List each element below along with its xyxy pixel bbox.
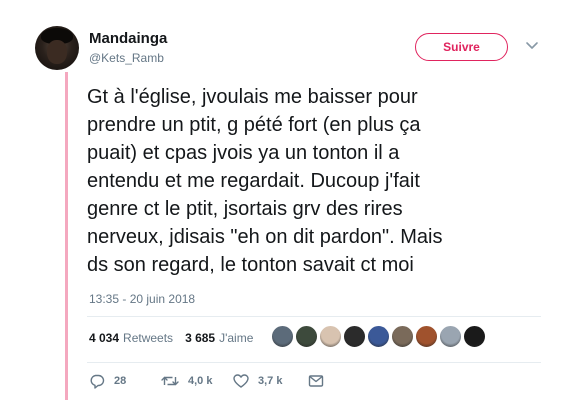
reply-count: 28 — [114, 375, 127, 387]
tweet-timestamp[interactable]: 13:35 - 20 juin 2018 — [89, 292, 195, 306]
liker-avatar[interactable] — [271, 325, 294, 348]
envelope-icon — [308, 375, 324, 387]
heart-icon — [233, 374, 249, 388]
liker-avatar[interactable] — [367, 325, 390, 348]
liker-avatar[interactable] — [295, 325, 318, 348]
tweet-actions: 28 4,0 k 3,7 k — [89, 372, 324, 390]
liker-avatar[interactable] — [439, 325, 462, 348]
author-name[interactable]: Mandainga — [89, 30, 167, 47]
liker-avatar[interactable] — [319, 325, 342, 348]
avatar[interactable] — [35, 26, 79, 70]
retweet-icon — [161, 376, 179, 386]
chevron-down-icon[interactable] — [525, 41, 539, 51]
retweets-label[interactable]: Retweets — [123, 331, 173, 345]
divider — [87, 362, 541, 363]
liker-avatar[interactable] — [343, 325, 366, 348]
liker-avatar[interactable] — [463, 325, 486, 348]
tweet-card: Mandainga @Kets_Ramb Suivre Gt à l'églis… — [0, 0, 572, 400]
reply-icon — [90, 374, 105, 389]
liker-avatar[interactable] — [391, 325, 414, 348]
like-button[interactable]: 3,7 k — [233, 373, 308, 389]
likes-label[interactable]: J'aime — [219, 331, 253, 345]
retweet-count: 4,0 k — [188, 375, 213, 387]
retweet-button[interactable]: 4,0 k — [161, 373, 233, 389]
follow-button[interactable]: Suivre — [415, 33, 508, 61]
direct-message-button[interactable] — [308, 373, 324, 389]
liker-avatars — [271, 325, 487, 351]
retweets-count[interactable]: 4 034 — [89, 331, 119, 345]
likes-count[interactable]: 3 685 — [185, 331, 215, 345]
like-count: 3,7 k — [258, 375, 283, 387]
tweet-stats: 4 034 Retweets 3 685 J'aime — [89, 330, 265, 346]
tweet-text: Gt à l'église, jvoulais me baisser pour … — [87, 86, 443, 276]
divider — [87, 316, 541, 317]
reply-button[interactable]: 28 — [89, 373, 161, 389]
author-handle[interactable]: @Kets_Ramb — [89, 51, 164, 65]
thread-line — [65, 72, 68, 400]
liker-avatar[interactable] — [415, 325, 438, 348]
